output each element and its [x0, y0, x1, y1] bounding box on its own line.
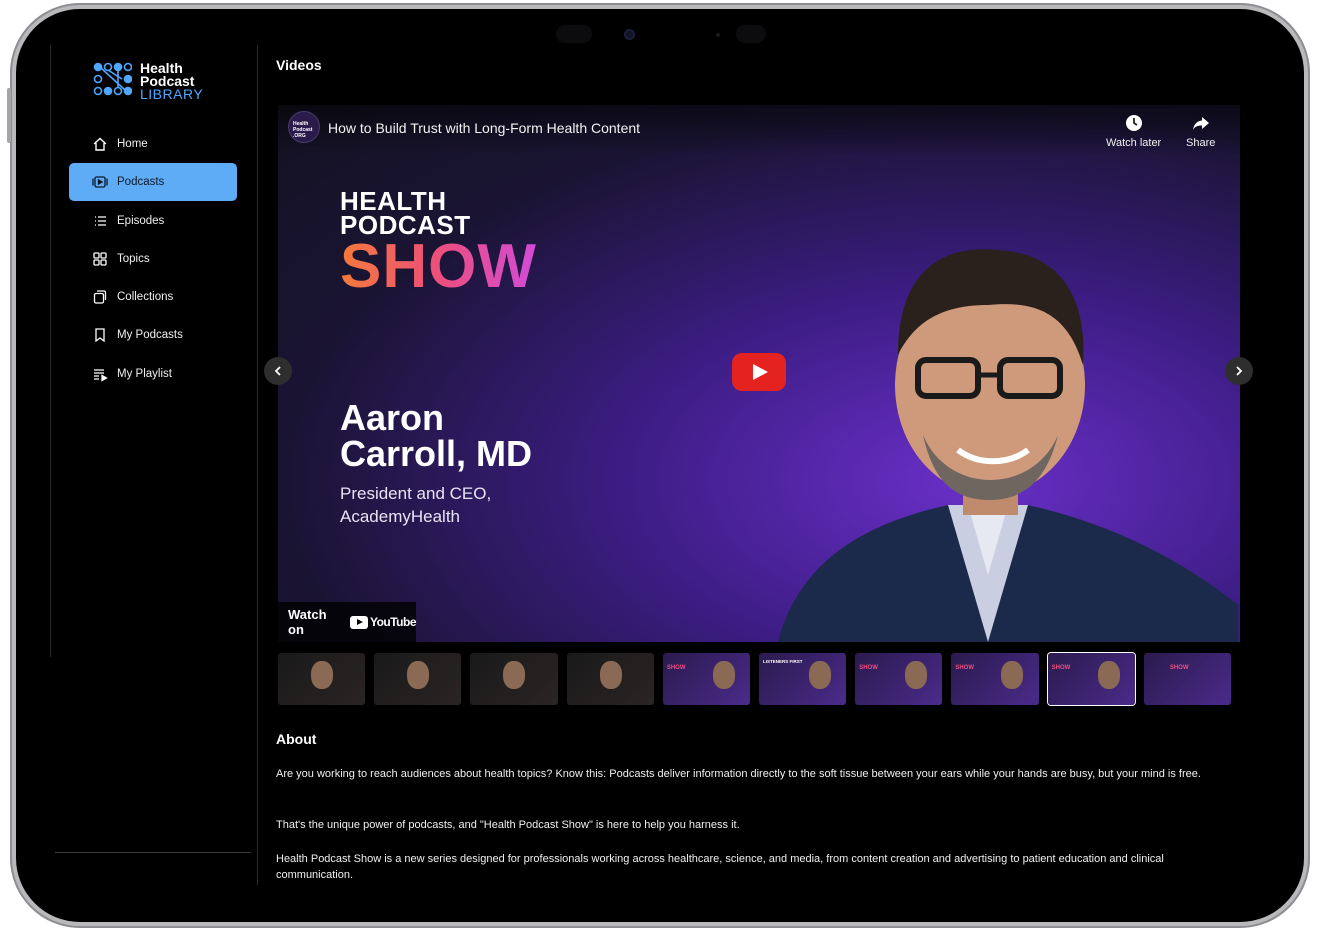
guest-name-line-2: Carroll, MD — [340, 433, 533, 474]
video-thumbnail[interactable] — [278, 653, 366, 705]
guest-role-line-2: AcademyHealth — [340, 507, 461, 526]
sidebar-item-label: Collections — [117, 291, 174, 304]
sidebar-item-collections[interactable]: Collections — [69, 278, 237, 316]
share-button[interactable]: Share — [1186, 113, 1215, 149]
thumbnail-face — [712, 661, 735, 689]
about-paragraph: Are you working to reach audiences about… — [276, 768, 1201, 780]
share-icon — [1192, 117, 1209, 130]
video-thumbnail[interactable] — [374, 653, 462, 705]
list-icon — [91, 212, 109, 230]
section-title: Videos — [276, 57, 322, 73]
watch-later-label: Watch later — [1106, 137, 1162, 149]
thumbnail-face — [407, 661, 430, 689]
video-thumbnail[interactable] — [566, 653, 654, 705]
video-thumbnail[interactable]: SHOW — [662, 653, 751, 705]
sidebar-item-my-podcasts[interactable]: My Podcasts — [69, 316, 237, 354]
logo-wordmark: Health Podcast LIBRARY — [140, 61, 204, 102]
youtube-logo: YouTube — [348, 615, 417, 629]
guest-name: Aaron Carroll, MD — [340, 400, 532, 472]
about-title: About — [276, 731, 317, 747]
carousel-prev-button[interactable] — [264, 357, 292, 385]
about-paragraph: That's the unique power of podcasts, and… — [276, 819, 740, 831]
logo-icon — [93, 62, 132, 96]
chevron-right-icon — [1236, 366, 1243, 376]
guest-portrait — [778, 249, 1238, 642]
chevron-left-icon — [274, 366, 281, 376]
watch-on-youtube-button[interactable]: Watch on YouTube — [278, 602, 417, 642]
main-content: Videos Health Podcast .ORG How to Build … — [264, 45, 1266, 895]
logo-line-3: LIBRARY — [140, 85, 204, 102]
play-button[interactable] — [732, 353, 786, 391]
share-label: Share — [1186, 137, 1216, 149]
sidebar-nav: Home Podcasts Episodes Topics Collection… — [69, 125, 237, 393]
channel-avatar[interactable]: Health Podcast .ORG — [288, 111, 320, 143]
camera-lens — [624, 29, 635, 40]
watch-later-button[interactable]: Watch later — [1106, 113, 1161, 149]
video-thumbnail-strip: SHOW LISTENERS FIRST SHOW SHOW SHOW SHOW — [278, 653, 1240, 705]
thumbnail-face — [809, 661, 832, 689]
youtube-icon — [349, 615, 368, 629]
thumbnail-face — [311, 661, 333, 689]
collections-icon — [91, 288, 109, 306]
video-title[interactable]: How to Build Trust with Long-Form Health… — [328, 120, 640, 136]
guest-role-line-1: President and CEO, — [340, 484, 492, 503]
sidebar-item-home[interactable]: Home — [69, 125, 237, 163]
carousel-next-button[interactable] — [1225, 357, 1253, 385]
thumbnail-face — [599, 661, 622, 689]
video-thumbnail-selected[interactable]: SHOW — [1047, 653, 1135, 705]
sidebar-item-label: Topics — [117, 252, 150, 265]
side-button — [7, 88, 11, 143]
grid-icon — [91, 250, 109, 268]
sidebar-item-topics[interactable]: Topics — [69, 240, 237, 278]
sidebar-item-label: Podcasts — [117, 176, 165, 189]
youtube-label: YouTube — [369, 615, 417, 629]
playlist-icon — [91, 365, 109, 383]
watch-on-label: Watch on — [288, 607, 327, 637]
sidebar-item-label: My Playlist — [117, 367, 172, 380]
thumbnail-label: LISTENERS FIRST — [763, 659, 803, 664]
sensor-dot — [716, 33, 720, 37]
sidebar-divider — [55, 852, 251, 853]
guest-role: President and CEO, AcademyHealth — [340, 482, 491, 528]
thumbnail-label: SHOW — [955, 665, 975, 671]
thumbnail-face — [1001, 661, 1024, 689]
sidebar-item-label: My Podcasts — [117, 329, 183, 342]
thumbnail-label: SHOW — [1051, 665, 1071, 671]
video-thumbnail[interactable]: SHOW — [855, 653, 943, 705]
thumbnail-label: SHOW — [666, 665, 686, 671]
guest-name-line-1: Aaron — [340, 397, 445, 438]
sidebar-edge-line — [50, 45, 51, 657]
video-thumbnail[interactable]: LISTENERS FIRST — [759, 653, 847, 705]
sensor — [556, 25, 592, 43]
home-icon — [91, 135, 109, 153]
thumbnail-face — [905, 661, 928, 689]
video-thumbnail[interactable] — [470, 653, 558, 705]
sidebar: Health Podcast LIBRARY Home Podcasts Epi… — [50, 45, 258, 885]
sidebar-item-label: Episodes — [117, 214, 165, 227]
sensor — [736, 25, 766, 43]
brand-line-3: SHOW — [340, 232, 537, 301]
thumbnail-face — [1097, 661, 1120, 689]
bookmark-icon — [91, 326, 109, 344]
sidebar-item-episodes[interactable]: Episodes — [69, 202, 237, 240]
sidebar-item-my-playlist[interactable]: My Playlist — [69, 355, 237, 393]
clock-icon — [1125, 115, 1142, 131]
thumbnail-face — [503, 661, 526, 689]
about-paragraph: Health Podcast Show is a new series desi… — [276, 853, 1164, 881]
sidebar-item-label: Home — [117, 138, 148, 150]
video-player[interactable]: Health Podcast .ORG How to Build Trust w… — [278, 105, 1240, 642]
brand-logo[interactable]: Health Podcast LIBRARY — [92, 61, 203, 101]
video-thumbnail[interactable]: SHOW — [1143, 653, 1232, 705]
video-thumbnail[interactable]: SHOW — [951, 653, 1039, 705]
thumbnail-label: SHOW — [1169, 665, 1189, 671]
camera-bar — [556, 25, 776, 45]
show-brand-logo: HEALTH PODCAST SHOW — [340, 188, 537, 301]
podcast-play-icon — [91, 173, 109, 191]
thumbnail-label: SHOW — [859, 665, 878, 671]
app-screen: Health Podcast LIBRARY Home Podcasts Epi… — [50, 45, 1270, 895]
sidebar-item-podcasts[interactable]: Podcasts — [69, 163, 237, 202]
